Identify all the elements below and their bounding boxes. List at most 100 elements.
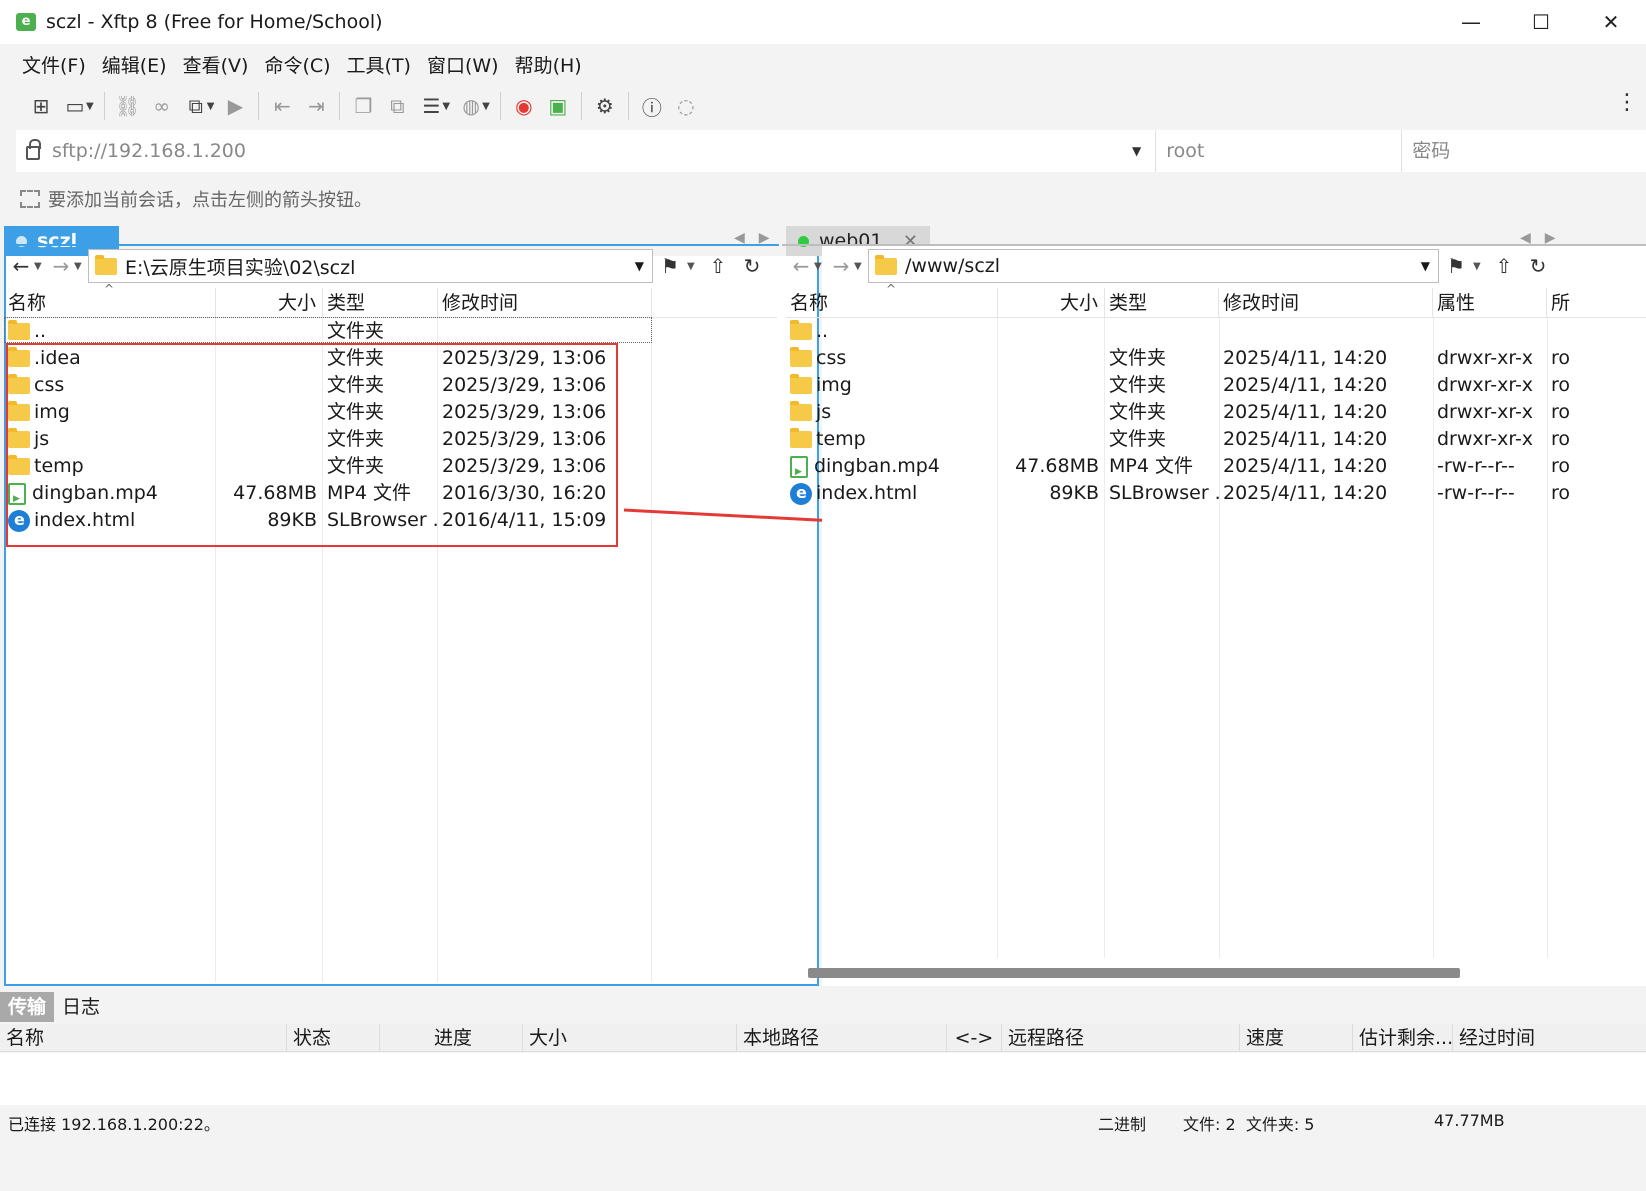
play-icon[interactable]: ▶: [218, 89, 252, 123]
more-options-icon[interactable]: ⋮: [1616, 90, 1638, 115]
col-modified[interactable]: 修改时间: [438, 287, 652, 318]
settings-icon[interactable]: ⚙: [588, 89, 622, 123]
menu-view[interactable]: 查看(V): [175, 51, 257, 78]
title-bar: e sczl - Xftp 8 (Free for Home/School) —…: [0, 0, 1646, 44]
disconnect-icon[interactable]: ⛓: [111, 89, 145, 123]
cell-type: 文件夹: [1109, 401, 1167, 423]
local-path-input[interactable]: E:\云原生项目实验\02\sczl ▼: [88, 249, 653, 283]
hint-text: 要添加当前会话，点击左侧的箭头按钮。: [48, 190, 372, 211]
tab-transfers[interactable]: 传输: [0, 992, 55, 1022]
col-local-path[interactable]: 本地路径: [737, 1024, 947, 1052]
chat-icon[interactable]: ◌: [669, 89, 703, 123]
cell-modified: [1219, 318, 1433, 345]
menu-edit[interactable]: 编辑(E): [94, 51, 175, 78]
view-dropdown-icon[interactable]: ▼: [442, 101, 450, 112]
bookmark-icon[interactable]: ⚑: [653, 254, 687, 278]
copy-icon[interactable]: ❐: [346, 89, 380, 123]
col-attributes[interactable]: 属性: [1433, 287, 1547, 318]
transfer-right-icon[interactable]: ⇥: [299, 89, 333, 123]
menu-help[interactable]: 帮助(H): [507, 51, 590, 78]
close-button[interactable]: ✕: [1576, 0, 1646, 44]
refresh-icon[interactable]: ↻: [735, 254, 769, 278]
col-transfer-size[interactable]: 大小: [523, 1024, 737, 1052]
duplicate-icon[interactable]: ⧉: [380, 89, 414, 123]
globe-dropdown-icon[interactable]: ▼: [482, 101, 490, 112]
col-elapsed[interactable]: 经过时间: [1453, 1024, 1603, 1052]
file-row[interactable]: css 文件夹 2025/4/11, 14:20 drwxr-xr-x ro: [786, 345, 1646, 372]
password-field[interactable]: 密码: [1401, 130, 1646, 172]
column-divider: [1547, 318, 1548, 958]
transfer-left-icon[interactable]: ⇤: [265, 89, 299, 123]
new-session-icon[interactable]: ⊞: [24, 89, 58, 123]
local-nav-bar: ← ▼ → ▼ E:\云原生项目实验\02\sczl ▼ ⚑ ▼ ⇧ ↻: [8, 246, 778, 286]
cell-owner: ro: [1551, 374, 1571, 396]
new-tab-dropdown-icon[interactable]: ▼: [207, 101, 215, 112]
window-bottom-edge: [0, 1134, 1646, 1191]
back-dropdown-icon[interactable]: ▼: [34, 261, 48, 272]
back-dropdown-icon[interactable]: ▼: [814, 261, 828, 272]
col-direction[interactable]: <->: [947, 1024, 1002, 1052]
host-input[interactable]: sftp://192.168.1.200: [52, 140, 1132, 162]
bookmark-dropdown-icon[interactable]: ▼: [1473, 261, 1487, 272]
cell-type: MP4 文件: [1109, 455, 1193, 477]
xshell-icon[interactable]: ◉: [507, 89, 541, 123]
file-row[interactable]: img 文件夹 2025/4/11, 14:20 drwxr-xr-x ro: [786, 372, 1646, 399]
toolbar-divider: [103, 92, 105, 120]
forward-dropdown-icon[interactable]: ▼: [854, 261, 868, 272]
back-icon[interactable]: ←: [8, 254, 34, 278]
tab-log[interactable]: 日志: [54, 992, 108, 1022]
path-dropdown-icon[interactable]: ▼: [1421, 259, 1430, 273]
horizontal-scrollbar[interactable]: [808, 968, 1460, 978]
menu-command[interactable]: 命令(C): [256, 51, 338, 78]
col-remote-path[interactable]: 远程路径: [1002, 1024, 1240, 1052]
add-session-icon[interactable]: [20, 190, 40, 208]
col-modified[interactable]: 修改时间: [1219, 287, 1433, 318]
file-row[interactable]: dingban.mp4 47.68MB MP4 文件 2025/4/11, 14:20…: [786, 453, 1646, 480]
forward-icon[interactable]: →: [48, 254, 74, 278]
file-row[interactable]: js 文件夹 2025/4/11, 14:20 drwxr-xr-x ro: [786, 399, 1646, 426]
menu-file[interactable]: 文件(F): [14, 51, 94, 78]
menu-window[interactable]: 窗口(W): [419, 51, 507, 78]
forward-dropdown-icon[interactable]: ▼: [74, 261, 88, 272]
col-type[interactable]: 类型: [323, 287, 438, 318]
cell-name: ..: [786, 318, 998, 345]
xftp-icon[interactable]: ▣: [541, 89, 575, 123]
col-size[interactable]: 大小: [998, 287, 1105, 318]
host-dropdown-icon[interactable]: ▼: [1132, 144, 1141, 158]
file-row[interactable]: temp 文件夹 2025/4/11, 14:20 drwxr-xr-x ro: [786, 426, 1646, 453]
forward-icon[interactable]: →: [828, 254, 854, 278]
refresh-icon[interactable]: ↻: [1521, 254, 1555, 278]
reconnect-icon[interactable]: ∞: [145, 89, 179, 123]
col-time-remaining[interactable]: 估计剩余...: [1353, 1024, 1453, 1052]
minimize-button[interactable]: —: [1436, 0, 1506, 44]
username-field[interactable]: root: [1155, 130, 1401, 172]
cell-size: [998, 372, 1105, 399]
col-speed[interactable]: 速度: [1240, 1024, 1353, 1052]
parent-folder-icon[interactable]: ⇧: [701, 254, 735, 278]
col-owner[interactable]: 所: [1547, 288, 1646, 318]
file-row[interactable]: index.html 89KB SLBrowser ...2025/4/11, 14…: [786, 480, 1646, 507]
back-icon[interactable]: ←: [788, 254, 814, 278]
parent-folder-icon[interactable]: ⇧: [1487, 254, 1521, 278]
maximize-button[interactable]: ☐: [1506, 0, 1576, 44]
cell-type: 文件夹: [1109, 347, 1167, 369]
col-transfer-status[interactable]: 状态: [287, 1024, 380, 1052]
transfer-mode[interactable]: 二进制: [1098, 1111, 1146, 1135]
item-counts: 文件: 2 文件夹: 5: [1183, 1115, 1315, 1134]
cell-size: 47.68MB: [1015, 455, 1099, 477]
menu-tools[interactable]: 工具(T): [339, 51, 419, 78]
toolbar-divider: [258, 92, 260, 120]
remote-path-input[interactable]: /www/sczl ▼: [868, 249, 1439, 283]
col-size[interactable]: 大小: [216, 287, 323, 318]
path-dropdown-icon[interactable]: ▼: [635, 259, 644, 273]
col-transfer-name[interactable]: 名称: [0, 1024, 287, 1052]
open-dropdown-icon[interactable]: ▼: [86, 101, 94, 112]
bookmark-icon[interactable]: ⚑: [1439, 254, 1473, 278]
file-row[interactable]: ..: [786, 318, 1646, 345]
sort-ascending-icon: ^: [886, 282, 897, 296]
bookmark-dropdown-icon[interactable]: ▼: [687, 261, 701, 272]
help-icon[interactable]: ⓘ: [635, 89, 669, 123]
cell-owner: ro: [1551, 347, 1571, 369]
col-transfer-progress[interactable]: 进度: [380, 1024, 523, 1052]
col-type[interactable]: 类型: [1105, 287, 1219, 318]
